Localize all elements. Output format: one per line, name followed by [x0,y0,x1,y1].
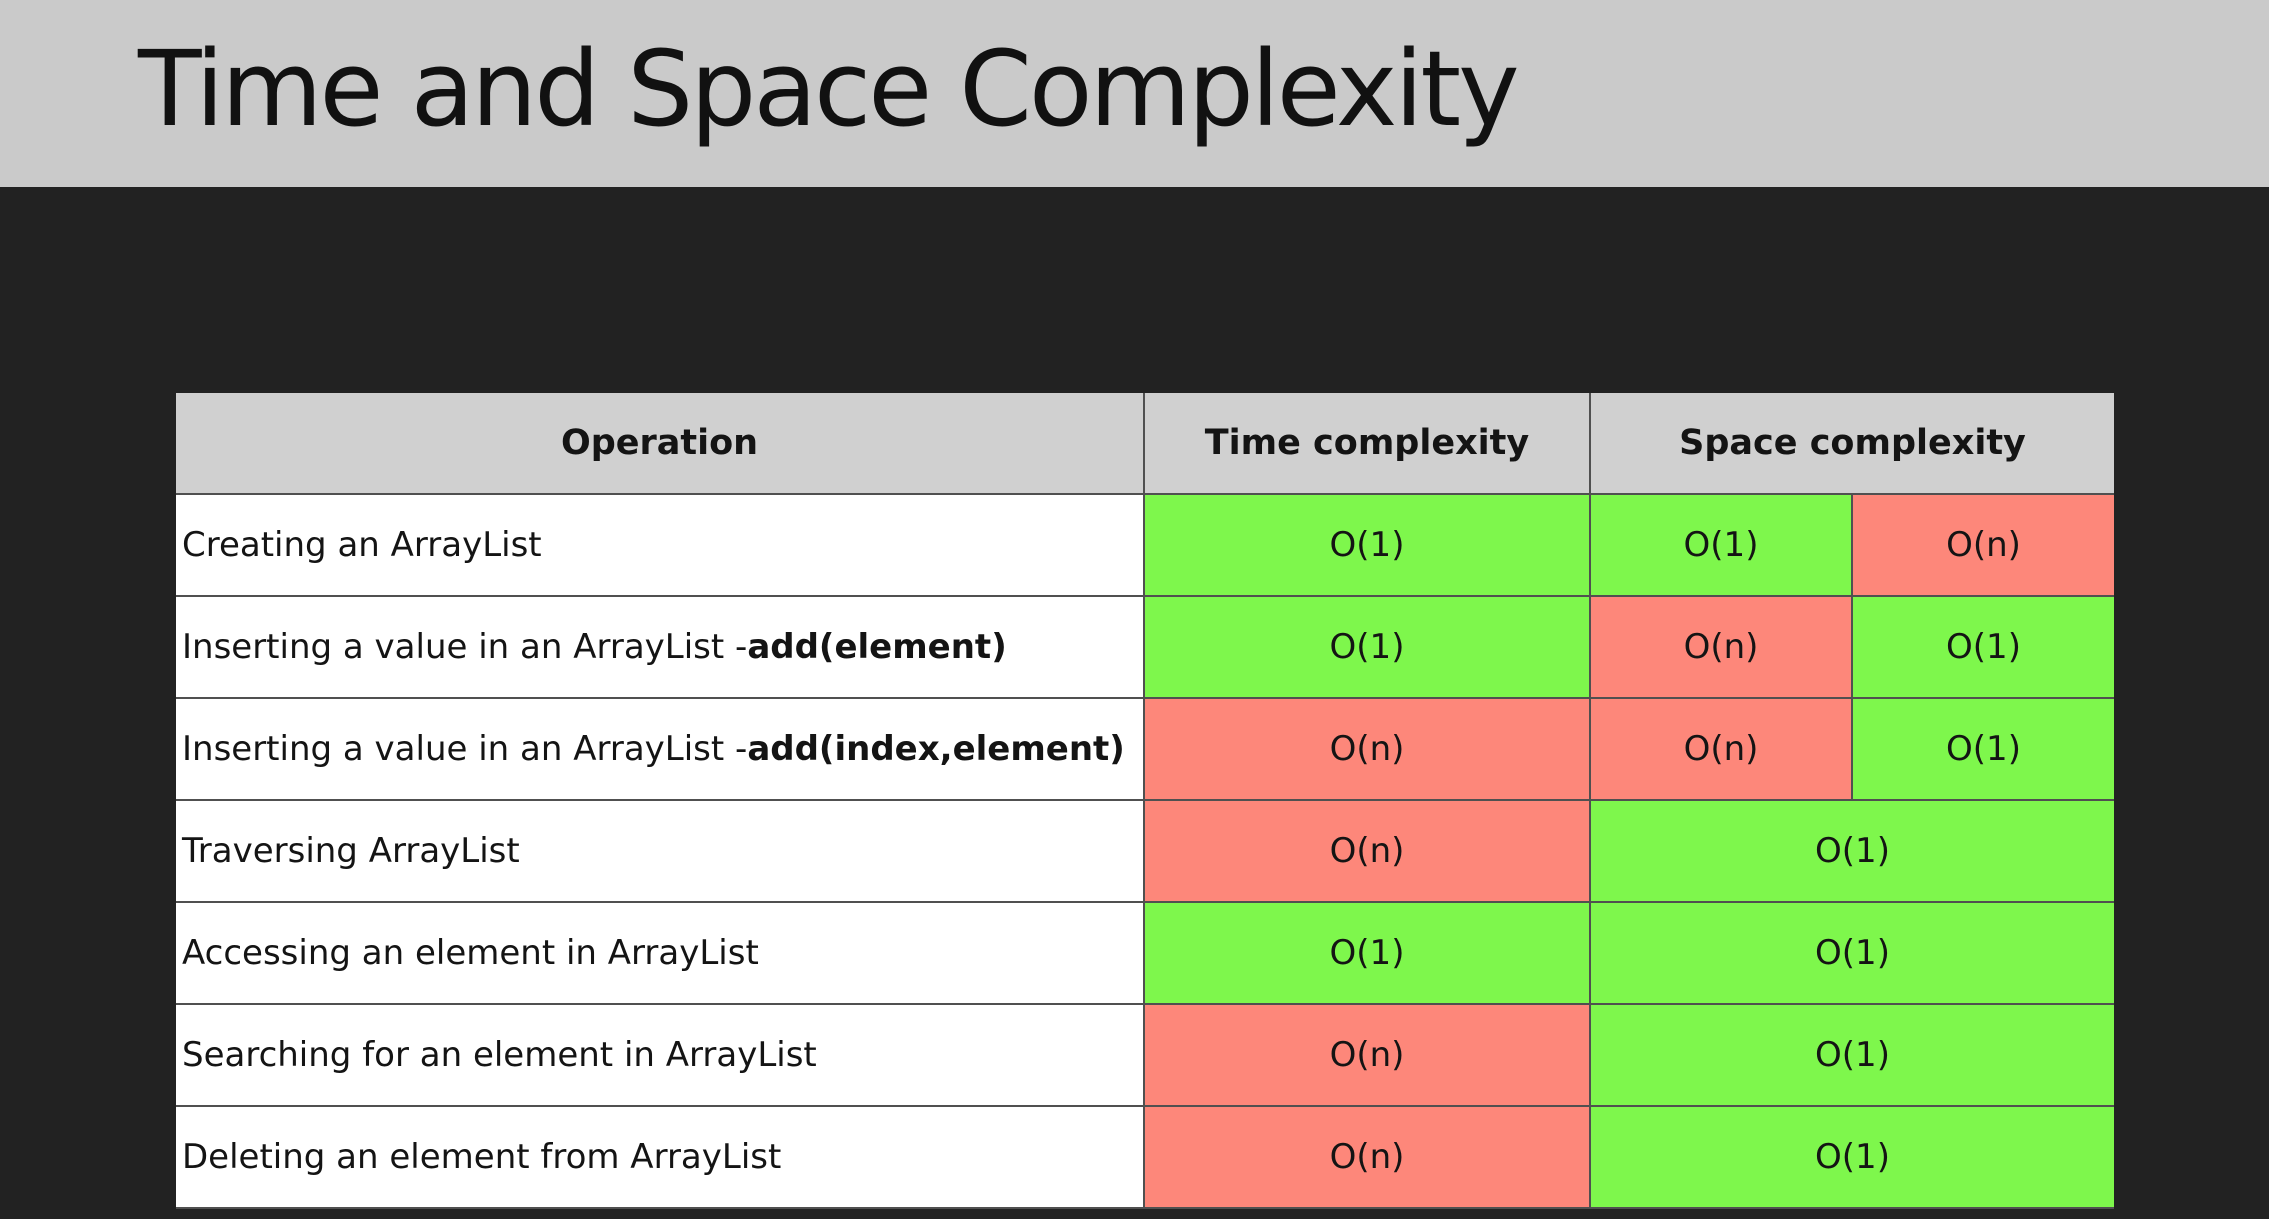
header-time-complexity: Time complexity [1145,393,1591,495]
operation-cell: Creating an ArrayList [176,495,1145,597]
title-bar: Time and Space Complexity [0,0,2269,187]
operation-cell: Inserting a value in an ArrayList - add(… [176,699,1145,801]
space-cell: O(1) [1591,495,1853,597]
space-cell: O(n) [1591,699,1853,801]
time-cell: O(1) [1145,495,1591,597]
operation-cell: Accessing an element in ArrayList [176,903,1145,1005]
time-cell: O(1) [1145,903,1591,1005]
operation-cell: Searching for an element in ArrayList [176,1005,1145,1107]
space-cell: O(1) [1853,597,2114,699]
time-cell: O(n) [1145,1005,1591,1107]
time-cell: O(n) [1145,1107,1591,1209]
time-cell: O(1) [1145,597,1591,699]
method-signature: add(index,element) [747,729,1125,769]
time-cell: O(n) [1145,699,1591,801]
space-cell: O(1) [1591,1107,2114,1209]
method-signature: add(element) [747,627,1007,667]
time-cell: O(n) [1145,801,1591,903]
operation-cell: Traversing ArrayList [176,801,1145,903]
space-cell: O(n) [1591,597,1853,699]
space-cell: O(n) [1853,495,2114,597]
header-space-complexity: Space complexity [1591,393,2114,495]
space-cell: O(1) [1853,699,2114,801]
space-cell: O(1) [1591,801,2114,903]
complexity-table: Operation Time complexity Space complexi… [176,393,2114,1209]
space-cell: O(1) [1591,1005,2114,1107]
space-cell: O(1) [1591,903,2114,1005]
header-operation: Operation [176,393,1145,495]
operation-cell: Deleting an element from ArrayList [176,1107,1145,1209]
operation-cell: Inserting a value in an ArrayList - add(… [176,597,1145,699]
slide-title: Time and Space Complexity [138,28,1520,150]
